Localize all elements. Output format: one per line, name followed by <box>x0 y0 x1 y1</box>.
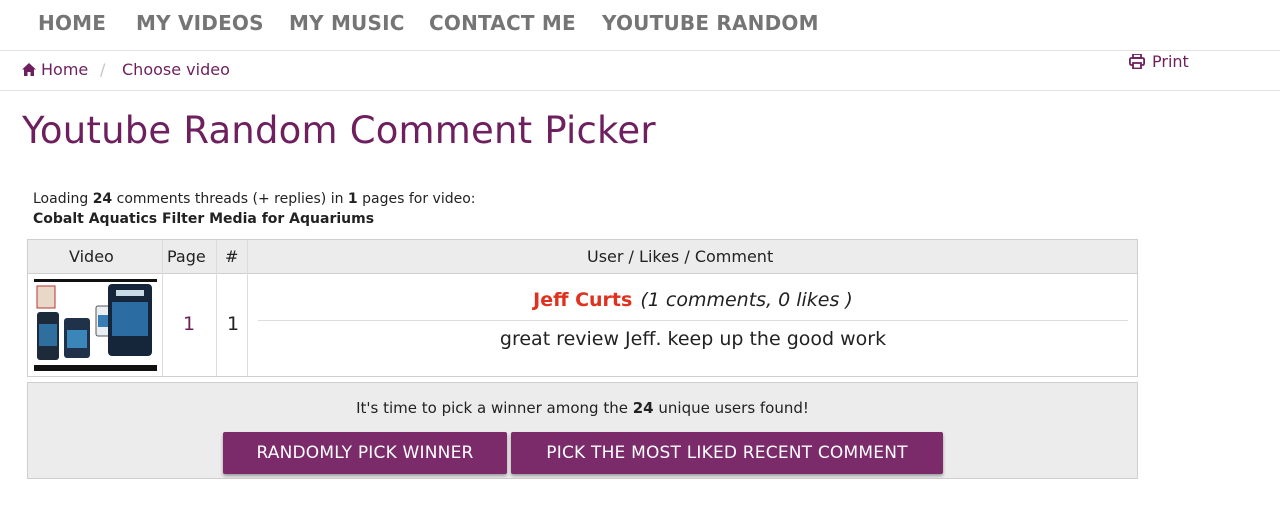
nav-item-my-videos[interactable]: MY VIDEOS <box>136 11 264 35</box>
page-title: Youtube Random Comment Picker <box>22 109 656 152</box>
breadcrumb-separator: / <box>100 60 106 79</box>
column-divider <box>162 240 163 376</box>
pick-message: It's time to pick a winner among the 24 … <box>28 399 1137 417</box>
header-index: # <box>225 247 239 266</box>
video-thumbnail[interactable] <box>34 279 157 371</box>
nav-item-contact-me[interactable]: CONTACT ME <box>429 11 576 35</box>
page-count: 1 <box>347 191 358 207</box>
user-name-link[interactable]: Jeff Curts <box>533 289 632 311</box>
breadcrumb-home[interactable]: Home <box>22 60 88 79</box>
loading-suffix: pages for video: <box>362 191 476 207</box>
pick-suffix: unique users found! <box>658 399 809 417</box>
column-divider <box>216 240 217 376</box>
loading-info: Loading 24 comments threads (+ replies) … <box>33 189 476 229</box>
row-page-link[interactable]: 1 <box>183 313 195 335</box>
comment-count: 24 <box>92 191 113 207</box>
print-label: Print <box>1152 52 1189 71</box>
user-stats: (1 comments, 0 likes ) <box>640 289 853 311</box>
comment-divider <box>258 320 1128 321</box>
breadcrumb-current[interactable]: Choose video <box>122 60 230 79</box>
nav-item-home[interactable]: HOME <box>38 11 106 35</box>
pick-most-liked-button[interactable]: PICK THE MOST LIKED RECENT COMMENT <box>511 432 943 474</box>
loading-line: Loading 24 comments threads (+ replies) … <box>33 189 476 209</box>
randomly-pick-winner-button[interactable]: RANDOMLY PICK WINNER <box>223 432 507 474</box>
header-page: Page <box>167 247 206 266</box>
comment-text: great review Jeff. keep up the good work <box>499 328 887 350</box>
pick-winner-panel: It's time to pick a winner among the 24 … <box>27 382 1138 479</box>
results-table: Video Page # User / Likes / Comment 1 1 … <box>27 239 1138 377</box>
breadcrumb-home-label: Home <box>41 60 89 79</box>
row-user-line: Jeff Curts (1 comments, 0 likes ) <box>248 289 1138 311</box>
unique-user-count: 24 <box>632 399 654 417</box>
table-header: Video Page # User / Likes / Comment <box>28 240 1137 274</box>
breadcrumb: Home / Choose video Print <box>0 51 1280 91</box>
row-index: 1 <box>227 313 240 335</box>
loading-prefix: Loading <box>33 191 89 207</box>
video-thumbnail-image <box>34 282 157 365</box>
pick-prefix: It's time to pick a winner among the <box>356 399 628 417</box>
nav-item-youtube-random[interactable]: YOUTUBE RANDOM <box>602 11 819 35</box>
nav-item-my-music[interactable]: MY MUSIC <box>289 11 405 35</box>
print-button[interactable]: Print <box>1129 52 1189 71</box>
video-title: Cobalt Aquatics Filter Media for Aquariu… <box>33 211 375 227</box>
header-video: Video <box>69 247 114 266</box>
top-nav: HOME MY VIDEOS MY MUSIC CONTACT ME YOUTU… <box>0 0 1280 51</box>
home-icon <box>22 63 36 76</box>
loading-mid: comments threads (+ replies) in <box>116 191 344 207</box>
header-user: User / Likes / Comment <box>587 247 774 266</box>
print-icon <box>1129 54 1145 69</box>
